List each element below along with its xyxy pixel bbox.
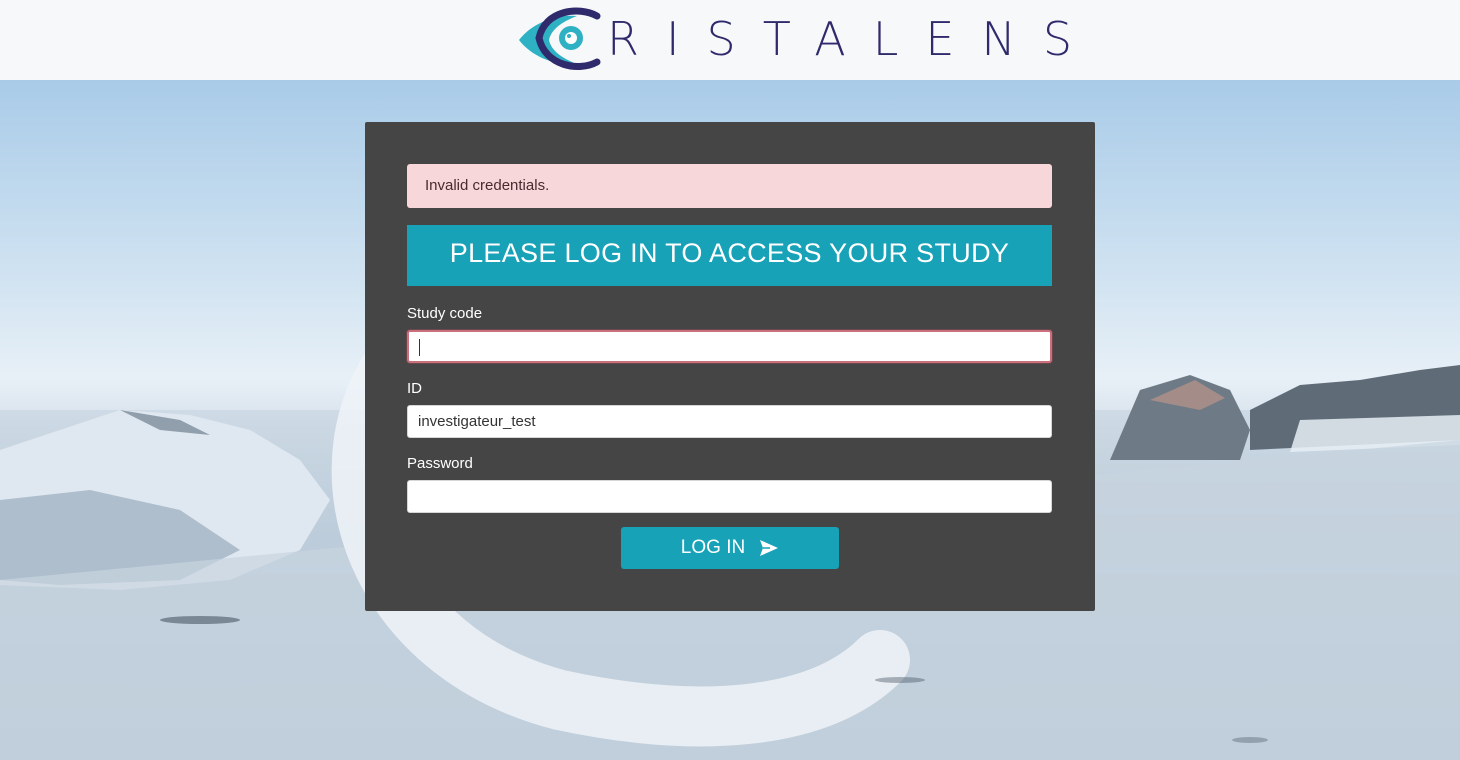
brand-wordmark: RISTALENS <box>607 12 1100 66</box>
text-cursor <box>419 339 420 356</box>
login-panel: Invalid credentials. PLEASE LOG IN TO AC… <box>365 122 1095 611</box>
login-button[interactable]: LOG IN <box>621 527 839 569</box>
cristalens-logo[interactable]: RISTALENS <box>515 4 1072 74</box>
study-code-input[interactable] <box>407 330 1052 363</box>
study-code-label: Study code <box>407 305 483 322</box>
login-button-label: LOG IN <box>680 537 746 558</box>
send-icon <box>759 538 779 558</box>
id-label: ID <box>407 380 422 397</box>
eye-logo-icon <box>519 7 601 71</box>
password-label: Password <box>407 455 473 472</box>
header: RISTALENS <box>0 0 1460 80</box>
login-banner: PLEASE LOG IN TO ACCESS YOUR STUDY <box>407 225 1052 286</box>
id-input[interactable] <box>407 405 1052 438</box>
error-alert: Invalid credentials. <box>407 164 1052 208</box>
password-input[interactable] <box>407 480 1052 513</box>
